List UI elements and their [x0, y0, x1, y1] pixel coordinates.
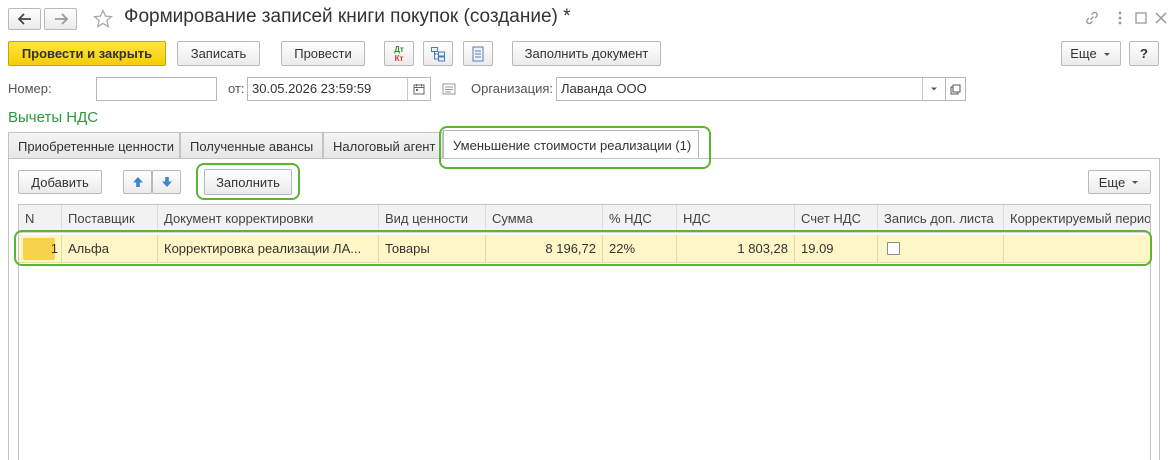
org-field[interactable]: Лаванда ООО: [556, 77, 946, 101]
date-picker-button[interactable]: [407, 78, 430, 100]
more-label: Еще: [1070, 46, 1097, 61]
structure-button[interactable]: [423, 41, 453, 66]
post-button[interactable]: Провести: [281, 41, 365, 66]
date-field[interactable]: 30.05.2026 23:59:59: [247, 77, 431, 101]
star-icon[interactable]: [91, 7, 115, 31]
number-field[interactable]: [96, 77, 217, 101]
col-value-type[interactable]: Вид ценности: [379, 205, 486, 233]
save-button[interactable]: Записать: [177, 41, 260, 66]
forward-button[interactable]: [44, 8, 77, 30]
cell-correction-document[interactable]: Корректировка реализации ЛА...: [158, 235, 379, 263]
data-table: N Поставщик Документ корректировки Вид ц…: [18, 204, 1151, 460]
close-icon[interactable]: [1151, 8, 1171, 28]
cell-corrected-period[interactable]: [1004, 235, 1150, 263]
dropdown-arrow-icon: [931, 87, 937, 91]
cell-extra-sheet[interactable]: [878, 235, 1004, 263]
extra-sheet-checkbox[interactable]: [887, 242, 900, 255]
move-down-button[interactable]: [152, 170, 181, 194]
cell-vat[interactable]: 1 803,28: [677, 235, 795, 263]
org-label: Организация:: [471, 81, 554, 96]
cell-vat-account[interactable]: 19.09: [795, 235, 878, 263]
tab-sales-cost-reduction[interactable]: Уменьшение стоимости реализации (1): [443, 130, 699, 159]
more-button[interactable]: Еще: [1061, 41, 1121, 66]
org-value: Лаванда ООО: [561, 81, 647, 96]
open-window-icon: [950, 84, 961, 94]
section-title: Вычеты НДС: [8, 109, 99, 126]
col-n[interactable]: N: [19, 205, 62, 233]
cell-value-type[interactable]: Товары: [379, 235, 486, 263]
add-row-button[interactable]: Добавить: [18, 170, 102, 194]
move-up-button[interactable]: [123, 170, 152, 194]
org-dropdown-button[interactable]: [922, 78, 945, 100]
arrow-up-icon: [132, 177, 143, 187]
table-more-button[interactable]: Еще: [1088, 170, 1151, 194]
help-button[interactable]: ?: [1129, 41, 1159, 66]
col-corrected-period[interactable]: Корректируемый период: [1004, 205, 1150, 233]
dt-kt-button[interactable]: Дт Кт: [384, 41, 414, 66]
fill-document-button[interactable]: Заполнить документ: [512, 41, 661, 66]
cell-supplier[interactable]: Альфа: [62, 235, 158, 263]
maximize-icon[interactable]: [1131, 8, 1151, 28]
cell-vat-rate[interactable]: 22%: [603, 235, 677, 263]
report-button[interactable]: [463, 41, 493, 66]
more-vertical-icon[interactable]: [1112, 8, 1128, 28]
chevron-down-icon: [1103, 52, 1110, 56]
date-value: 30.05.2026 23:59:59: [252, 81, 372, 96]
cell-n-value: 1: [50, 241, 58, 256]
col-extra-sheet[interactable]: Запись доп. листа: [878, 205, 1004, 233]
table-header: N Поставщик Документ корректировки Вид ц…: [19, 205, 1150, 233]
arrow-left-icon: [17, 13, 31, 25]
post-and-close-button[interactable]: Провести и закрыть: [8, 41, 166, 66]
tab-tax-agent[interactable]: Налоговый агент: [323, 132, 443, 159]
tab-acquired-values[interactable]: Приобретенные ценности: [8, 132, 180, 159]
table-row[interactable]: 1 Альфа Корректировка реализации ЛА... Т…: [19, 235, 1150, 263]
col-vat[interactable]: НДС: [677, 205, 795, 233]
col-vat-account[interactable]: Счет НДС: [795, 205, 878, 233]
col-vat-rate[interactable]: % НДС: [603, 205, 677, 233]
arrow-down-icon: [161, 177, 172, 187]
col-correction-document[interactable]: Документ корректировки: [158, 205, 379, 233]
dt-icon-label: Дт: [394, 44, 404, 54]
chevron-down-icon: [1132, 181, 1139, 184]
number-label: Номер:: [8, 81, 52, 96]
col-sum[interactable]: Сумма: [486, 205, 603, 233]
date-label: от:: [228, 81, 245, 96]
table-more-label: Еще: [1098, 174, 1126, 190]
tab-received-advances[interactable]: Полученные авансы: [180, 132, 323, 159]
calendar-icon: [413, 84, 425, 95]
fill-button[interactable]: Заполнить: [204, 169, 292, 195]
document-list-icon: [472, 46, 484, 61]
arrow-right-icon: [54, 13, 68, 25]
hierarchy-icon: [431, 46, 445, 61]
link-icon[interactable]: [1082, 8, 1102, 28]
window-title: Формирование записей книги покупок (созд…: [124, 6, 571, 27]
back-button[interactable]: [8, 8, 41, 30]
org-open-button[interactable]: [945, 77, 966, 101]
kt-icon-label: Кт: [394, 53, 404, 63]
cell-sum[interactable]: 8 196,72: [486, 235, 603, 263]
cell-n[interactable]: 1: [19, 235, 62, 263]
col-supplier[interactable]: Поставщик: [62, 205, 158, 233]
org-list-icon[interactable]: [439, 79, 459, 99]
